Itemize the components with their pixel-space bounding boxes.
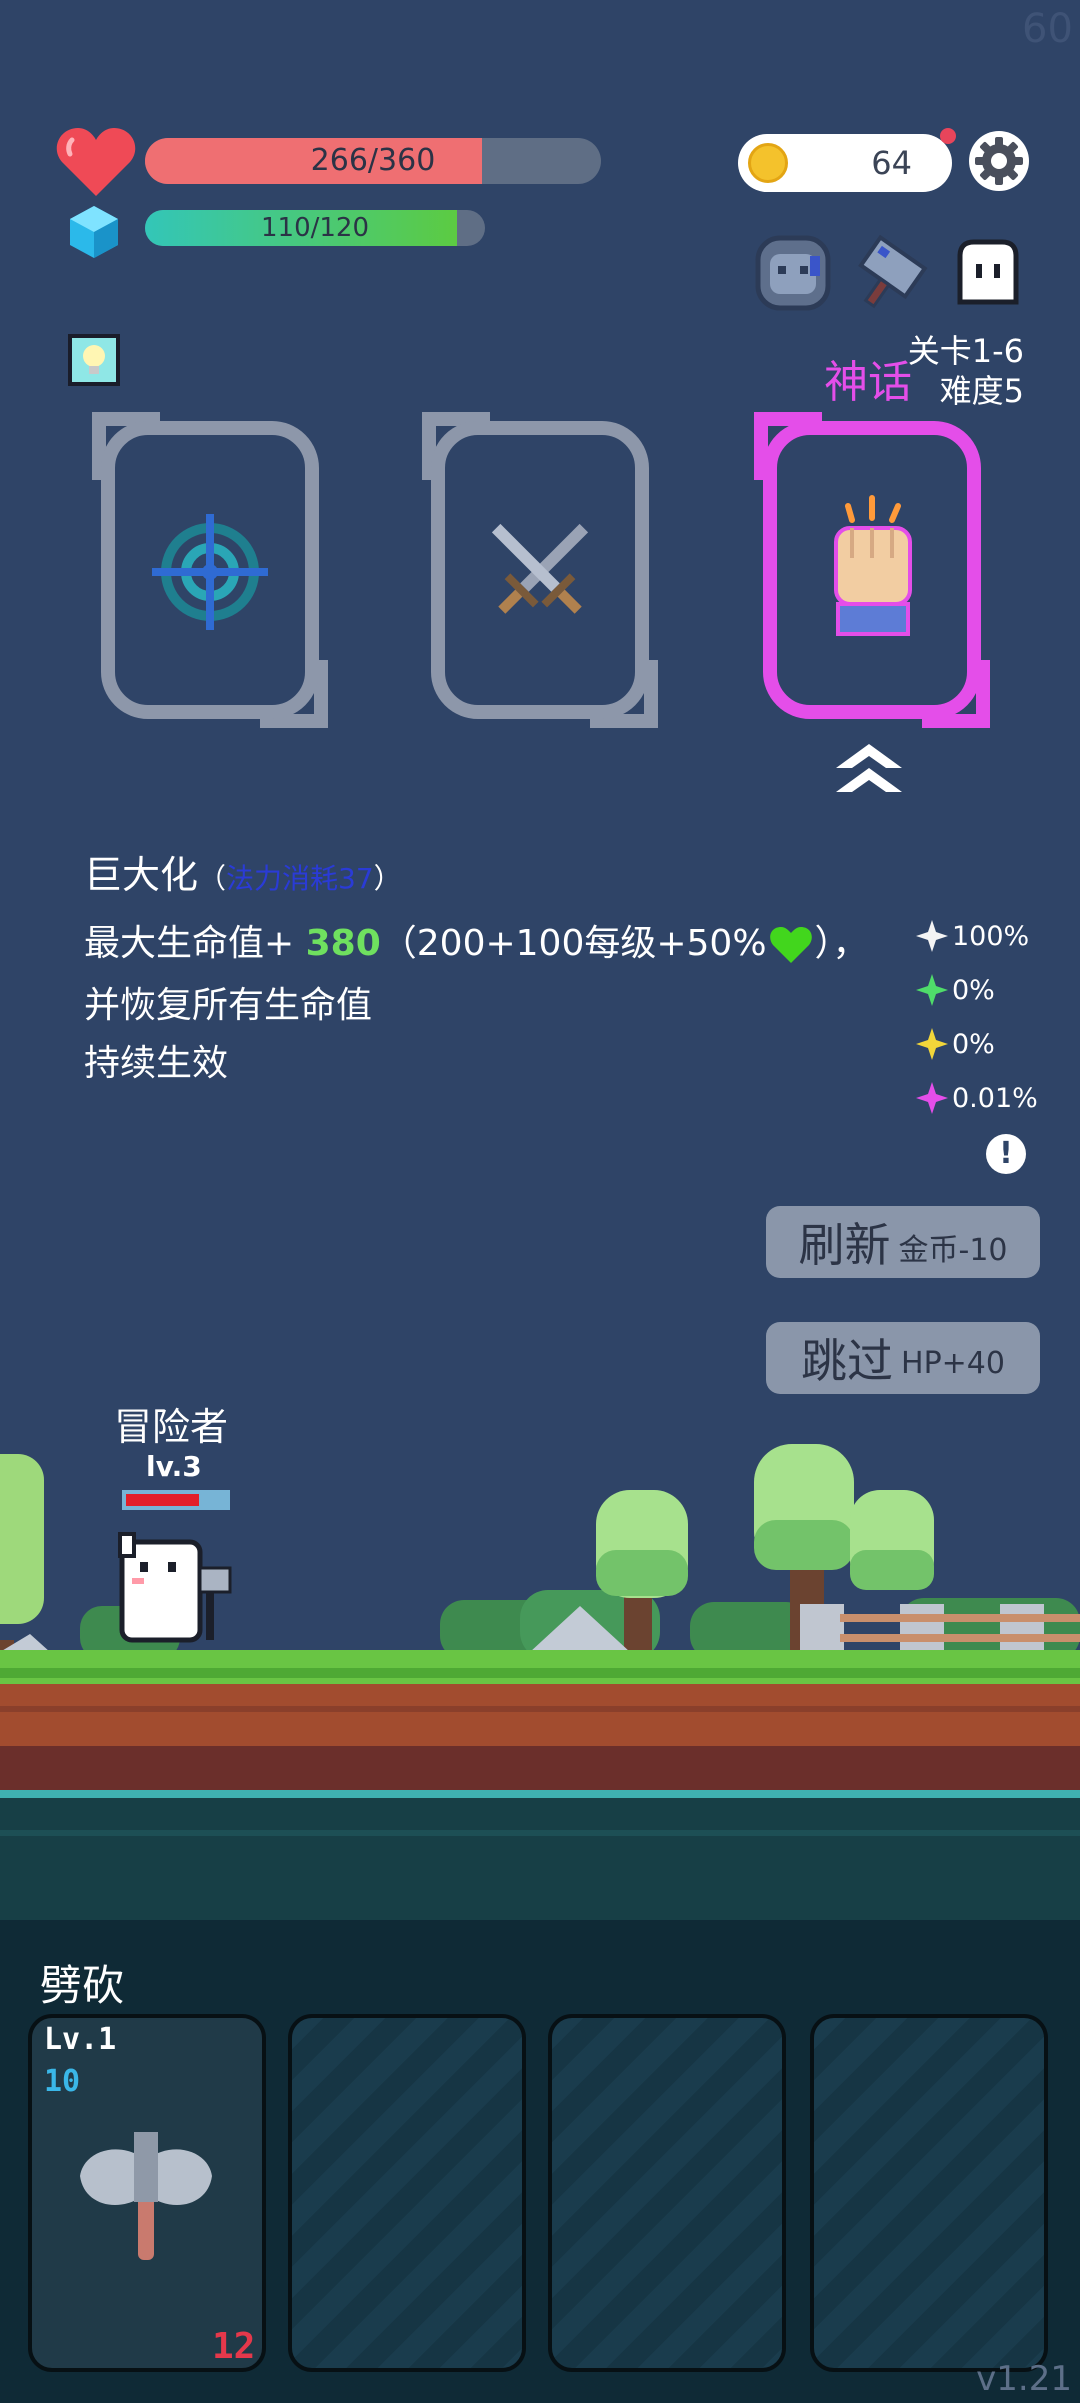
skill-slot-4-empty[interactable] (810, 2014, 1048, 2372)
refresh-cost: 金币-10 (898, 1233, 1008, 1268)
mana-gem-icon (70, 206, 118, 258)
heart-icon (56, 128, 136, 196)
notification-dot (940, 128, 956, 144)
skill-desc-line-2: 并恢复所有生命值 (84, 985, 373, 1026)
skill-card-2[interactable] (420, 410, 660, 730)
cost-paren-close: ） (373, 862, 402, 895)
axe-icon (80, 2132, 212, 2260)
skip-label: 跳过 (801, 1334, 894, 1388)
companion-ghost-girl-icon[interactable] (752, 232, 834, 314)
mp-text: 110/120 (260, 213, 369, 243)
skills-panel-title: 劈砍 (40, 1961, 125, 2010)
odds-epic-value: 0% (952, 1028, 995, 1060)
odds-common: 100% (916, 920, 1029, 952)
desc-prefix: 最大生命值+ (84, 923, 306, 964)
hp-text: 266/360 (310, 143, 436, 178)
dirt-top (0, 1684, 1080, 1746)
refresh-button[interactable]: 刷新 金币-10 (766, 1206, 1040, 1278)
info-icon[interactable]: ! (986, 1134, 1026, 1174)
odds-mythic-value: 0.01% (952, 1082, 1038, 1114)
dirt-bottom (0, 1746, 1080, 1790)
odds-mythic: 0.01% (916, 1082, 1038, 1114)
version-label: v1.21 (976, 2359, 1072, 2399)
odds-common-value: 100% (952, 920, 1030, 952)
lightbulb-icon[interactable] (66, 332, 122, 388)
skill-name: 巨大化（法力消耗37） (84, 844, 402, 899)
fps-counter: 60 (1022, 6, 1073, 52)
player-hp-fill (126, 1494, 199, 1506)
skip-button[interactable]: 跳过 HP+40 (766, 1322, 1040, 1394)
skill-slot-2-empty[interactable] (288, 2014, 526, 2372)
player-level: lv.3 (146, 1450, 202, 1483)
companion-cleaver-icon[interactable] (848, 232, 934, 314)
skill-card-1[interactable] (90, 410, 330, 730)
difficulty-label: 难度5 (939, 372, 1024, 410)
companion-ghost-icon[interactable] (950, 236, 1026, 310)
skill-slot-3-empty[interactable] (548, 2014, 786, 2372)
desc-value: 380 (305, 923, 381, 964)
white-sparkle-icon (916, 920, 948, 952)
fist-icon (834, 495, 912, 636)
odds-epic: 0% (916, 1028, 995, 1060)
water-edge (0, 1790, 1080, 1798)
coin-counter: 64 (738, 134, 952, 192)
skill-slot-1-power: 10 (44, 2064, 81, 2099)
water (0, 1798, 1080, 1930)
skill-card-3-selected[interactable] (752, 410, 992, 730)
target-icon (152, 514, 268, 630)
gear-icon[interactable] (968, 130, 1030, 192)
skill-slot-1-cost: 12 (212, 2326, 256, 2367)
skill-desc-line-3: 持续生效 (84, 1043, 229, 1084)
tree-left (0, 1454, 44, 1668)
coin-value: 64 (871, 144, 912, 182)
grass (0, 1650, 1080, 1684)
player-hp-bar (122, 1490, 230, 1510)
magenta-sparkle-icon (916, 1082, 948, 1114)
coin-icon (748, 143, 788, 183)
desc-end: ）， (814, 923, 869, 964)
mp-bar: 110/120 (145, 210, 485, 246)
fence (800, 1604, 1080, 1654)
yellow-sparkle-icon (916, 1028, 948, 1060)
mana-cost: 法力消耗37 (226, 862, 374, 895)
skill-name-text: 巨大化 (84, 853, 199, 897)
desc-formula: （200+100每级+50% (380, 923, 767, 964)
odds-rare-value: 0% (952, 974, 995, 1006)
green-sparkle-icon (916, 974, 948, 1006)
player-sprite (118, 1532, 232, 1643)
green-heart-icon (769, 927, 812, 963)
refresh-label: 刷新 (798, 1218, 891, 1272)
skill-desc-line-1: 最大生命值+ 380（200+100每级+50% ）， (84, 914, 869, 966)
skip-reward: HP+40 (901, 1345, 1005, 1381)
hp-bar: 266/360 (145, 138, 601, 184)
rarity-label: 神话 (824, 357, 912, 408)
player-name: 冒险者 (114, 1405, 229, 1449)
skill-slot-1-level: Lv.1 (44, 2022, 117, 2057)
selected-arrow-icon (836, 744, 902, 792)
cost-paren-open: （ (198, 862, 227, 895)
crossed-swords-icon (491, 523, 589, 614)
odds-rare: 0% (916, 974, 995, 1006)
